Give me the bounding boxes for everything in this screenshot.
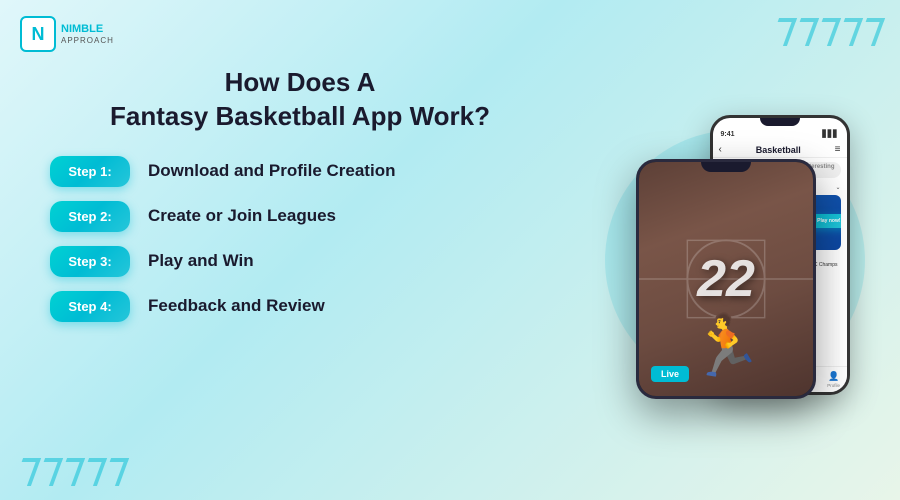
- logo-tagline: APPROACH: [61, 36, 114, 45]
- step-badge-1: Step 1:: [50, 156, 130, 187]
- left-panel: How Does A Fantasy Basketball App Work? …: [30, 20, 570, 490]
- logo-name: NIMBLE: [61, 23, 114, 36]
- step-item-4: Step 4: Feedback and Review: [50, 291, 570, 322]
- phone-nav-bar: ‹ Basketball ≡: [713, 140, 847, 158]
- menu-icon[interactable]: ≡: [835, 144, 841, 155]
- phone-front: 🏃 22 Live: [636, 159, 816, 399]
- page-title: How Does A Fantasy Basketball App Work?: [30, 66, 570, 134]
- phone-notch: [760, 118, 800, 126]
- player-background: 🏃 22: [639, 162, 813, 396]
- steps-list: Step 1: Download and Profile Creation St…: [30, 156, 570, 322]
- profile-icon: 👤: [828, 371, 839, 382]
- logo: N NIMBLE APPROACH: [20, 16, 114, 52]
- status-icons: ▋▋▋: [822, 130, 838, 138]
- step-item-2: Step 2: Create or Join Leagues: [50, 201, 570, 232]
- step-label-4: Feedback and Review: [148, 296, 325, 316]
- front-screen: 🏃 22 Live: [639, 162, 813, 396]
- status-bar: 9:41 ▋▋▋: [713, 126, 847, 140]
- filters-chevron-icon[interactable]: ⌄: [835, 184, 840, 191]
- logo-icon: N: [20, 16, 56, 52]
- phone-screen-title: Basketball: [756, 145, 801, 155]
- step-item-1: Step 1: Download and Profile Creation: [50, 156, 570, 187]
- status-time: 9:41: [721, 131, 735, 138]
- step-badge-4: Step 4:: [50, 291, 130, 322]
- jersey-number: 22: [697, 249, 755, 309]
- front-notch: [701, 162, 751, 172]
- right-panel: 9:41 ▋▋▋ ‹ Basketball ≡ Basketball My Pl…: [570, 20, 900, 490]
- bottom-nav-profile[interactable]: 👤 Profile: [827, 371, 840, 388]
- step-badge-3: Step 3:: [50, 246, 130, 277]
- step-label-1: Download and Profile Creation: [148, 161, 395, 181]
- step-badge-2: Step 2:: [50, 201, 130, 232]
- live-badge: Live: [651, 366, 689, 382]
- main-content: How Does A Fantasy Basketball App Work? …: [0, 0, 900, 500]
- step-label-2: Create or Join Leagues: [148, 206, 336, 226]
- step-item-3: Step 3: Play and Win: [50, 246, 570, 277]
- title-section: How Does A Fantasy Basketball App Work?: [30, 66, 570, 134]
- back-arrow-icon[interactable]: ‹: [719, 144, 722, 155]
- nav-profile-label: Profile: [827, 383, 840, 388]
- decorative-chevrons-bottom-left: [18, 458, 124, 486]
- step-label-3: Play and Win: [148, 251, 254, 271]
